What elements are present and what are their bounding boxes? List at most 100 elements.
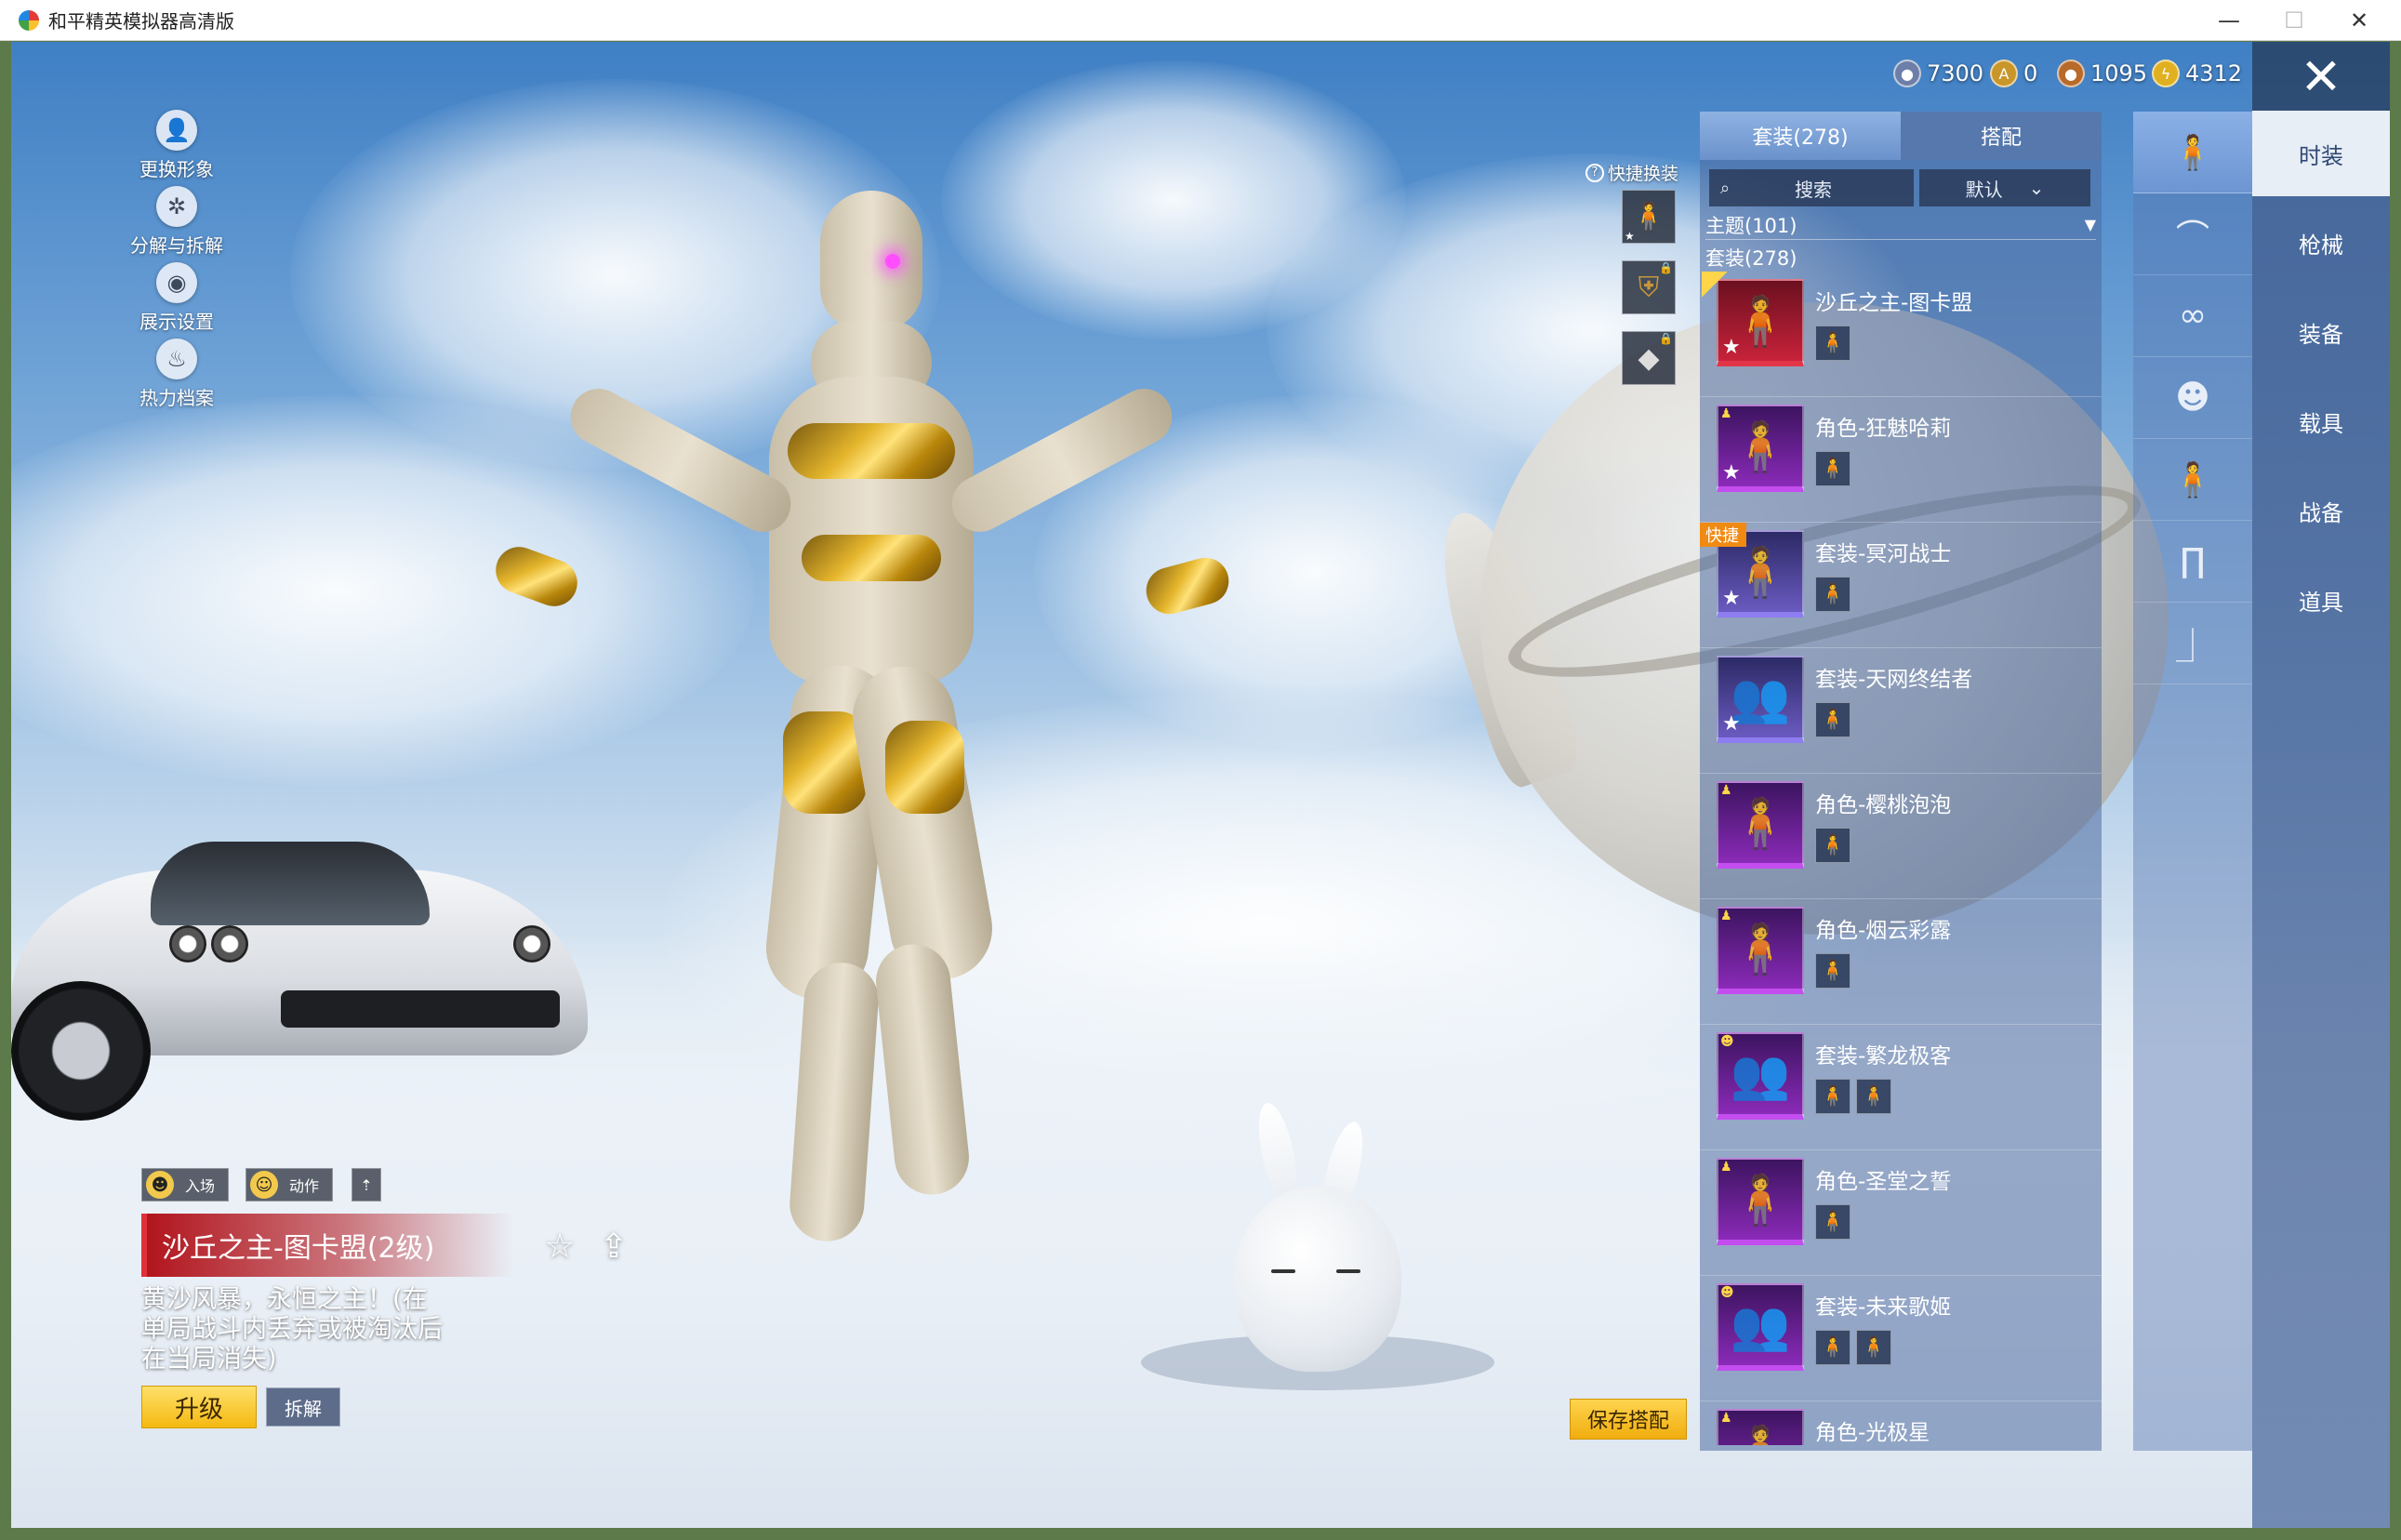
outfit-piece-icon: 🧍	[1815, 828, 1850, 863]
motion-action-button[interactable]: ☺ 动作	[245, 1168, 334, 1201]
quick-slot-3[interactable]: ◆ 🔒	[1622, 331, 1676, 385]
car-wheel	[11, 981, 151, 1121]
outfit-list[interactable]: ✓ 🧍★ 沙丘之主-图卡盟 🧍 🧍♟★ 角色-狂魅哈莉 🧍 快捷 🧍★ 套装-冥…	[1700, 272, 2102, 1445]
category-glasses[interactable]: ∞	[2133, 275, 2252, 357]
currency-lightning[interactable]: ϟ 4312	[2152, 60, 2242, 87]
nav-firearms[interactable]: 枪械	[2252, 200, 2390, 285]
category-mask[interactable]: ☻	[2133, 357, 2252, 439]
upgrade-button[interactable]: 升级	[141, 1386, 257, 1428]
rabbit-pet[interactable]	[1141, 1099, 1494, 1390]
list-item[interactable]: 👥 ★ 套装-天网终结者 🧍	[1700, 648, 2102, 774]
sort-dropdown[interactable]: 默认 ⌄	[1919, 169, 2090, 206]
gold-left-hand	[489, 540, 584, 613]
currency-bronze[interactable]: ● 1095	[2057, 60, 2147, 87]
theme-filter-dropdown[interactable]: 主题(101) ▼	[1705, 210, 2096, 240]
nav-items[interactable]: 道具	[2252, 557, 2390, 643]
outfit-name: 套装-冥河战士	[1815, 542, 1952, 566]
outfit-thumbnail: 🧍♟	[1717, 1158, 1804, 1245]
close-button[interactable]: ✕	[2252, 42, 2390, 111]
glasses-icon: ∞	[2179, 297, 2207, 335]
category-shoes[interactable]: ⏌	[2133, 603, 2252, 684]
list-item[interactable]: 🧍♟ 角色-光极星	[1700, 1401, 2102, 1445]
entrance-label: 入场	[185, 1177, 216, 1195]
list-item[interactable]: 快捷 🧍 ★ 套装-冥河战士 🧍	[1700, 523, 2102, 648]
category-top[interactable]: 🧍	[2133, 439, 2252, 521]
outfit-thumbnail: 🧍♟	[1717, 781, 1804, 869]
quick-slot-2[interactable]: ⛨ 🔒	[1622, 260, 1676, 314]
category-full-outfit[interactable]: 🧍	[2133, 112, 2252, 193]
smiley-mark-icon: ☻	[1720, 1034, 1734, 1049]
outfit-count-heading: 套装(278)	[1705, 247, 1797, 270]
outfit-name: 角色-圣堂之誓	[1815, 1170, 1952, 1194]
body-icon: 🧍	[2171, 460, 2214, 499]
maximize-button[interactable]: ☐	[2262, 0, 2327, 41]
tab-combos[interactable]: 搭配	[1901, 112, 2102, 160]
entrance-action-button[interactable]: ☻ 入场	[141, 1168, 230, 1201]
rabbit-eye	[1271, 1269, 1295, 1273]
search-row: ⌕ 搜索 默认 ⌄	[1709, 169, 2090, 206]
currency-silver[interactable]: ● 7300	[1893, 60, 1983, 87]
outfit-piece-icon: 🧍	[1815, 577, 1850, 612]
sort-value: 默认	[1965, 178, 2003, 201]
currency-a-coin[interactable]: A 0	[1990, 60, 2037, 87]
shoes-icon: ⏌	[2175, 627, 2209, 666]
quick-swap-label[interactable]: ? 快捷换装	[1585, 160, 1678, 185]
outfit-thumbnail: 👥 ☻	[1717, 1032, 1804, 1120]
nav-equipment[interactable]: 装备	[2252, 289, 2390, 375]
nav-combat-gear[interactable]: 战备	[2252, 468, 2390, 553]
display-settings-button[interactable]: ◉ 展示设置	[112, 262, 242, 334]
list-item[interactable]: 🧍 ♟ 角色-烟云彩露 🧍	[1700, 899, 2102, 1025]
heat-archive-button[interactable]: ♨ 热力档案	[112, 339, 242, 410]
character-right-arm	[942, 378, 1182, 542]
list-item[interactable]: ✓ 🧍★ 沙丘之主-图卡盟 🧍	[1700, 272, 2102, 397]
outfit-piece-icon: 🧍	[1856, 1330, 1891, 1365]
change-avatar-label: 更换形象	[139, 158, 214, 180]
equipped-badge-icon: ✓	[1702, 272, 1739, 298]
window-close-button[interactable]: ✕	[2327, 0, 2392, 41]
category-hat[interactable]: ⌒	[2133, 193, 2252, 275]
change-avatar-button[interactable]: 👤 更换形象	[112, 110, 242, 181]
list-item[interactable]: 👥 ☻ 套装-繁龙极客 🧍 🧍	[1700, 1025, 2102, 1150]
category-pants[interactable]: ∏	[2133, 521, 2252, 603]
list-item[interactable]: 👥 ☻ 套装-未来歌姬 🧍 🧍	[1700, 1276, 2102, 1401]
character-model[interactable]	[476, 144, 1239, 1353]
panel-tabs: 套装(278) 搭配	[1700, 112, 2102, 160]
smiley-icon: ☻	[146, 1171, 174, 1199]
list-item[interactable]: 🧍 ♟ 角色-圣堂之誓 🧍	[1700, 1150, 2102, 1276]
star-icon: ★	[1722, 336, 1741, 359]
search-input[interactable]: ⌕ 搜索	[1709, 169, 1914, 206]
expand-actions-button[interactable]: ⇡	[352, 1168, 381, 1201]
quick-slot-1[interactable]: 🧍 ★	[1622, 190, 1676, 244]
gold-right-hand	[1141, 552, 1234, 619]
save-outfit-button[interactable]: 保存搭配	[1570, 1399, 1687, 1440]
outfit-name: 角色-烟云彩露	[1815, 919, 1952, 943]
dismantle-tool-button[interactable]: ✲ 分解与拆解	[112, 186, 242, 258]
outfit-name: 沙丘之主-图卡盟	[1815, 291, 1973, 315]
currency-value: 4312	[2185, 60, 2243, 86]
favorite-star-icon[interactable]: ☆	[539, 1226, 580, 1267]
rabbit-body	[1234, 1186, 1401, 1372]
avatar-icon: 👤	[156, 110, 197, 151]
tab-outfits[interactable]: 套装(278)	[1700, 112, 1901, 160]
character-mark-icon: ♟	[1720, 1411, 1732, 1426]
share-icon[interactable]: ⇪	[593, 1226, 634, 1267]
minimize-button[interactable]: —	[2196, 0, 2262, 41]
nav-fashion[interactable]: 时装	[2252, 111, 2390, 196]
list-item[interactable]: 🧍 ♟ ★ 角色-狂魅哈莉 🧍	[1700, 397, 2102, 523]
dismantle-button[interactable]: 拆解	[266, 1387, 340, 1427]
rabbit-eye	[1336, 1269, 1360, 1273]
outfit-piece-icon: 🧍	[1815, 953, 1850, 989]
list-item[interactable]: 🧍 ♟ 角色-樱桃泡泡 🧍	[1700, 774, 2102, 899]
outfit-name: 角色-光极星	[1815, 1421, 1930, 1445]
chevron-down-icon: ⌄	[2028, 177, 2045, 199]
heat-archive-label: 热力档案	[139, 387, 214, 409]
search-icon: ⌕	[1719, 178, 1731, 198]
outfit-name: 套装-繁龙极客	[1815, 1044, 1952, 1069]
outfit-thumbnail: 🧍♟	[1717, 1409, 1804, 1445]
character-mark-icon: ♟	[1720, 1160, 1732, 1175]
character-mark-icon: ♟	[1720, 406, 1732, 421]
category-column: 🧍 ⌒ ∞ ☻ 🧍 ∏ ⏌	[2133, 112, 2252, 1451]
nav-vehicles[interactable]: 载具	[2252, 378, 2390, 464]
outfit-piece-icon: 🧍	[1815, 451, 1850, 486]
star-icon: ★	[1722, 587, 1741, 610]
